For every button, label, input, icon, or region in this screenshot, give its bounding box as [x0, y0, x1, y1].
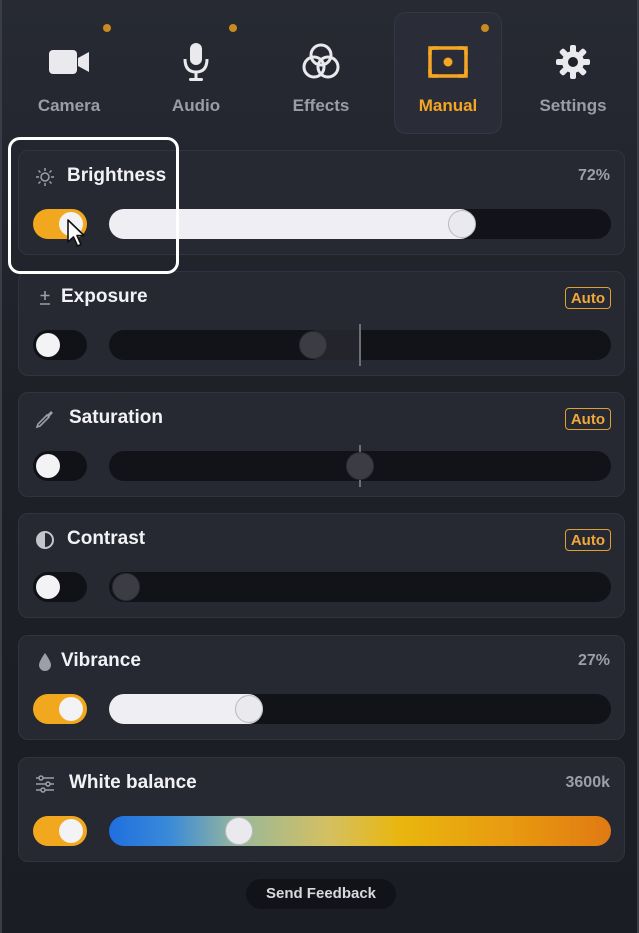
saturation-toggle[interactable] [33, 451, 87, 481]
drop-icon [35, 652, 55, 672]
white-balance-toggle[interactable] [33, 816, 87, 846]
tab-manual-label: Manual [418, 96, 478, 115]
saturation-auto-badge[interactable]: Auto [564, 408, 611, 430]
tab-settings-label: Settings [539, 96, 607, 115]
toggle-knob [59, 697, 83, 721]
tab-manual-indicator-dot [481, 24, 489, 32]
contrast-card: Contrast Auto [18, 513, 625, 618]
exposure-card: Exposure Auto [18, 271, 625, 376]
gear-icon [519, 42, 627, 82]
send-feedback-button[interactable]: Send Feedback [246, 879, 396, 909]
tab-audio-indicator-dot [229, 24, 237, 32]
tab-camera-indicator-dot [103, 24, 111, 32]
vibrance-title: Vibrance [61, 650, 141, 671]
tab-manual[interactable]: Manual [394, 12, 502, 134]
vibrance-slider[interactable] [109, 694, 611, 724]
exposure-auto-badge[interactable]: Auto [564, 287, 611, 309]
saturation-title: Saturation [69, 407, 163, 428]
tab-settings[interactable]: Settings [519, 12, 627, 134]
contrast-slider[interactable] [109, 572, 611, 602]
tab-effects[interactable]: Effects [267, 12, 375, 134]
white-balance-title: White balance [69, 772, 197, 793]
vibrance-toggle[interactable] [33, 694, 87, 724]
tab-audio-label: Audio [171, 96, 221, 115]
tab-effects-label: Effects [292, 96, 350, 115]
tab-bar: Camera Audio Effects Manual Settings [0, 0, 639, 140]
contrast-title: Contrast [67, 528, 146, 549]
exposure-slider[interactable] [109, 324, 611, 366]
exposure-slider-thumb[interactable] [299, 331, 327, 359]
vibrance-slider-thumb[interactable] [235, 695, 263, 723]
vibrance-value: 27% [577, 652, 610, 669]
mouse-cursor-icon [66, 218, 88, 250]
saturation-slider-thumb[interactable] [346, 452, 374, 480]
brightness-slider[interactable] [109, 209, 611, 239]
plus-minus-icon [35, 288, 55, 308]
sun-icon [35, 167, 55, 187]
toggle-knob [59, 819, 83, 843]
white-balance-card: White balance 3600k [18, 757, 625, 862]
eyedropper-icon [35, 409, 55, 429]
exposure-title: Exposure [61, 286, 148, 307]
tab-audio[interactable]: Audio [142, 12, 250, 134]
brightness-title: Brightness [67, 165, 167, 186]
saturation-card: Saturation Auto [18, 392, 625, 497]
effects-circles-icon [267, 42, 375, 82]
exposure-center-mark [359, 324, 361, 366]
white-balance-value: 3600k [565, 774, 611, 791]
toggle-knob [36, 333, 60, 357]
camera-icon [15, 42, 123, 82]
tab-camera-label: Camera [37, 96, 101, 115]
exposure-toggle[interactable] [33, 330, 87, 360]
contrast-slider-thumb[interactable] [112, 573, 140, 601]
tab-camera[interactable]: Camera [15, 12, 123, 134]
contrast-toggle[interactable] [33, 572, 87, 602]
brightness-slider-thumb[interactable] [448, 210, 476, 238]
white-balance-slider[interactable] [109, 816, 611, 846]
manual-focus-icon [394, 42, 502, 82]
toggle-knob [36, 575, 60, 599]
brightness-card: Brightness 72% [18, 150, 625, 255]
microphone-icon [142, 42, 250, 82]
saturation-slider[interactable] [109, 445, 611, 487]
brightness-value: 72% [577, 167, 610, 184]
sliders-icon [35, 774, 55, 794]
toggle-knob [36, 454, 60, 478]
contrast-icon [35, 530, 55, 550]
vibrance-card: Vibrance 27% [18, 635, 625, 740]
white-balance-slider-thumb[interactable] [225, 817, 253, 845]
contrast-auto-badge[interactable]: Auto [564, 529, 611, 551]
brightness-slider-fill [109, 209, 475, 239]
